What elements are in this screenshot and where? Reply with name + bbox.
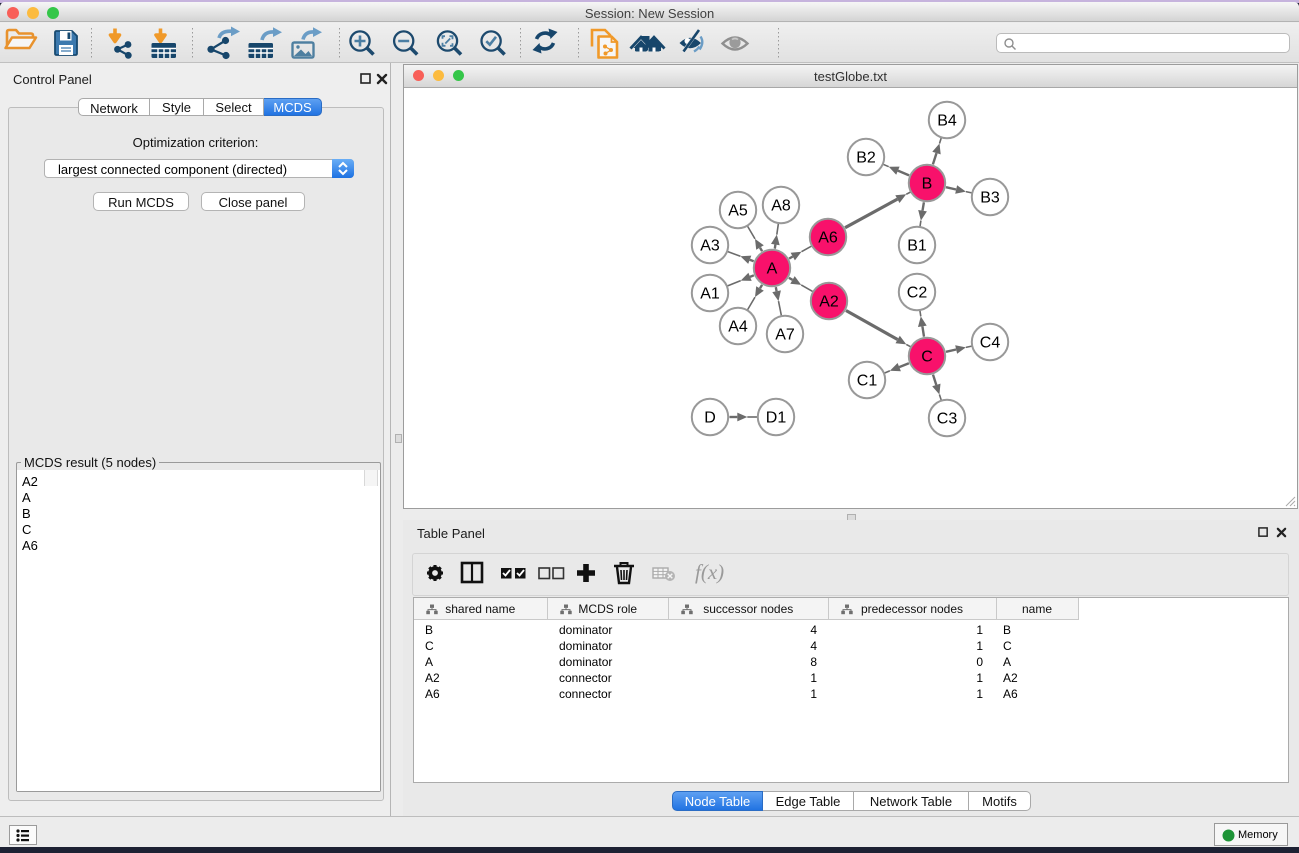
svg-text:A: A xyxy=(767,261,778,278)
svg-text:C1: C1 xyxy=(857,373,878,390)
svg-text:C2: C2 xyxy=(907,285,928,302)
svg-text:A7: A7 xyxy=(775,327,795,344)
svg-text:A4: A4 xyxy=(728,319,748,336)
svg-text:C3: C3 xyxy=(937,411,958,428)
svg-text:B3: B3 xyxy=(980,190,1000,207)
svg-text:A8: A8 xyxy=(771,198,791,215)
svg-text:B1: B1 xyxy=(907,238,927,255)
svg-text:A1: A1 xyxy=(700,286,720,303)
svg-text:D: D xyxy=(704,410,716,427)
svg-text:A3: A3 xyxy=(700,238,720,255)
svg-text:B: B xyxy=(922,176,933,193)
svg-text:f(x): f(x) xyxy=(695,560,724,584)
svg-text:D1: D1 xyxy=(766,410,787,427)
svg-text:A2: A2 xyxy=(819,294,839,311)
svg-text:B2: B2 xyxy=(856,150,876,167)
svg-text:A5: A5 xyxy=(728,203,748,220)
svg-text:B4: B4 xyxy=(937,113,957,130)
svg-text:A6: A6 xyxy=(818,230,838,247)
svg-text:C4: C4 xyxy=(980,335,1001,352)
svg-text:C: C xyxy=(921,349,933,366)
